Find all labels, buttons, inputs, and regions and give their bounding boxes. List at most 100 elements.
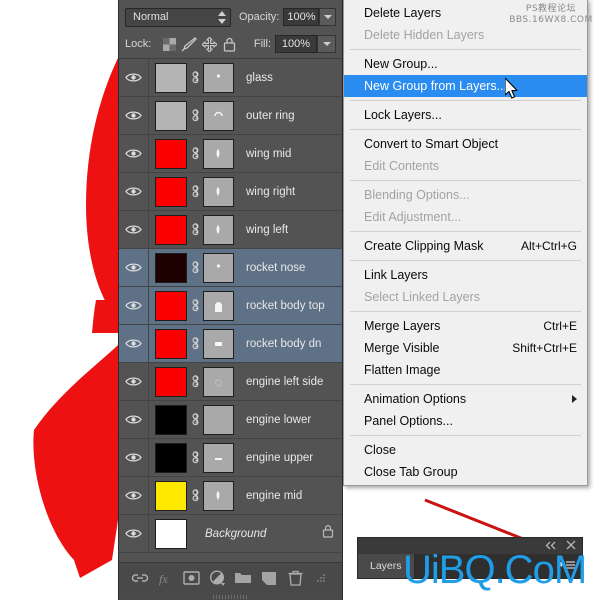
mask-link-icon[interactable] (187, 412, 203, 427)
layer-thumbnail[interactable] (155, 328, 187, 359)
brush-lock-icon[interactable] (179, 35, 199, 53)
layer-visibility-eye-icon[interactable] (119, 134, 149, 173)
context-menu-item[interactable]: Flatten Image (344, 359, 587, 381)
delete-layer-icon[interactable] (284, 567, 306, 589)
layer-visibility-eye-icon[interactable] (119, 96, 149, 135)
new-group-icon[interactable] (232, 567, 254, 589)
layer-visibility-eye-icon[interactable] (119, 286, 149, 325)
layer-visibility-eye-icon[interactable] (119, 172, 149, 211)
opacity-dropdown-button[interactable] (319, 8, 336, 26)
context-menu-item[interactable]: Create Clipping Mask Alt+Ctrl+G (344, 235, 587, 257)
layer-name[interactable]: engine left side (246, 376, 323, 388)
layer-mask-thumbnail[interactable] (203, 480, 234, 511)
new-layer-icon[interactable] (258, 567, 280, 589)
layer-name[interactable]: rocket nose (246, 262, 305, 274)
layer-thumbnail[interactable] (155, 442, 187, 473)
context-menu-item[interactable]: Panel Options... (344, 410, 587, 432)
context-menu-item[interactable]: Merge Layers Ctrl+E (344, 315, 587, 337)
layer-name[interactable]: rocket body top (246, 300, 325, 312)
layer-thumbnail[interactable] (155, 252, 187, 283)
layer-visibility-eye-icon[interactable] (119, 210, 149, 249)
context-menu-item[interactable]: Lock Layers... (344, 104, 587, 126)
layer-mask-thumbnail[interactable] (203, 328, 234, 359)
mask-link-icon[interactable] (187, 374, 203, 389)
mask-link-icon[interactable] (187, 108, 203, 123)
layer-visibility-eye-icon[interactable] (119, 476, 149, 515)
mask-link-icon[interactable] (187, 260, 203, 275)
layer-thumbnail[interactable] (155, 100, 187, 131)
layer-thumbnail[interactable] (155, 214, 187, 245)
context-menu-item[interactable]: New Group... (344, 53, 587, 75)
layer-visibility-eye-icon[interactable] (119, 438, 149, 477)
layer-mask-thumbnail[interactable] (203, 252, 234, 283)
layers-list[interactable]: glass outer ring wing mid wing right wing le… (119, 58, 342, 562)
layer-mask-thumbnail[interactable] (203, 138, 234, 169)
layer-thumbnail[interactable] (155, 518, 187, 549)
mask-link-icon[interactable] (187, 222, 203, 237)
layer-row[interactable]: rocket body dn (119, 324, 342, 363)
layer-mask-thumbnail[interactable] (203, 442, 234, 473)
layer-mask-thumbnail[interactable] (203, 214, 234, 245)
layer-row[interactable]: wing mid (119, 134, 342, 173)
opacity-input[interactable]: 100% (283, 8, 320, 26)
mask-link-icon[interactable] (187, 336, 203, 351)
new-adjustment-layer-icon[interactable] (207, 567, 229, 589)
layer-name[interactable]: rocket body dn (246, 338, 321, 350)
layer-thumbnail[interactable] (155, 404, 187, 435)
context-menu-item[interactable]: Close (344, 439, 587, 461)
layer-style-fx-icon[interactable]: fx (155, 567, 177, 589)
panel-resize-grip-icon[interactable] (310, 567, 332, 589)
layer-row[interactable]: glass (119, 59, 342, 97)
panel-bottom-grip[interactable] (119, 593, 342, 600)
layer-name[interactable]: wing mid (246, 148, 291, 160)
layers-panel-context-menu[interactable]: Delete Layers Delete Hidden Layers New Gro… (343, 0, 588, 486)
transparency-lock-icon[interactable] (159, 35, 179, 53)
layer-name[interactable]: outer ring (246, 110, 295, 122)
layer-visibility-eye-icon[interactable] (119, 324, 149, 363)
mask-link-icon[interactable] (187, 488, 203, 503)
layer-thumbnail[interactable] (155, 176, 187, 207)
layer-visibility-eye-icon[interactable] (119, 248, 149, 287)
layer-name[interactable]: engine mid (246, 490, 302, 502)
layer-mask-thumbnail[interactable] (203, 366, 234, 397)
layer-name[interactable]: wing right (246, 186, 295, 198)
layer-name[interactable]: engine upper (246, 452, 313, 464)
layer-mask-thumbnail[interactable] (203, 176, 234, 207)
mask-link-icon[interactable] (187, 146, 203, 161)
fill-input[interactable]: 100% (275, 35, 317, 53)
context-menu-item[interactable]: Merge Visible Shift+Ctrl+E (344, 337, 587, 359)
layer-row[interactable]: wing left (119, 210, 342, 249)
layer-mask-thumbnail[interactable] (203, 100, 234, 131)
layer-name[interactable]: wing left (246, 224, 288, 236)
context-menu-item[interactable]: Close Tab Group (344, 461, 587, 483)
layer-visibility-eye-icon[interactable] (119, 362, 149, 401)
mask-link-icon[interactable] (187, 70, 203, 85)
add-layer-mask-icon[interactable] (181, 567, 203, 589)
layer-row[interactable]: engine upper (119, 438, 342, 477)
mask-link-icon[interactable] (187, 450, 203, 465)
layer-row[interactable]: engine left side (119, 362, 342, 401)
layer-row[interactable]: outer ring (119, 96, 342, 135)
layer-name[interactable]: Background (205, 528, 266, 540)
layer-thumbnail[interactable] (155, 290, 187, 321)
layer-row[interactable]: rocket body top (119, 286, 342, 325)
move-lock-icon[interactable] (199, 35, 219, 53)
mask-link-icon[interactable] (187, 298, 203, 313)
context-menu-item[interactable]: Link Layers (344, 264, 587, 286)
layer-name[interactable]: engine lower (246, 414, 311, 426)
layer-visibility-eye-icon[interactable] (119, 514, 149, 553)
layer-mask-thumbnail[interactable] (203, 62, 234, 93)
layer-thumbnail[interactable] (155, 62, 187, 93)
layer-row[interactable]: wing right (119, 172, 342, 211)
layer-name[interactable]: glass (246, 72, 273, 84)
layer-visibility-eye-icon[interactable] (119, 400, 149, 439)
context-menu-item[interactable]: Animation Options (344, 388, 587, 410)
context-menu-item[interactable]: Convert to Smart Object (344, 133, 587, 155)
fill-dropdown-button[interactable] (317, 35, 336, 53)
layer-row[interactable]: Background (119, 514, 342, 553)
layer-thumbnail[interactable] (155, 138, 187, 169)
layer-mask-thumbnail[interactable] (203, 290, 234, 321)
link-layers-icon[interactable] (129, 567, 151, 589)
blend-mode-select[interactable]: Normal (125, 7, 231, 27)
mask-link-icon[interactable] (187, 184, 203, 199)
